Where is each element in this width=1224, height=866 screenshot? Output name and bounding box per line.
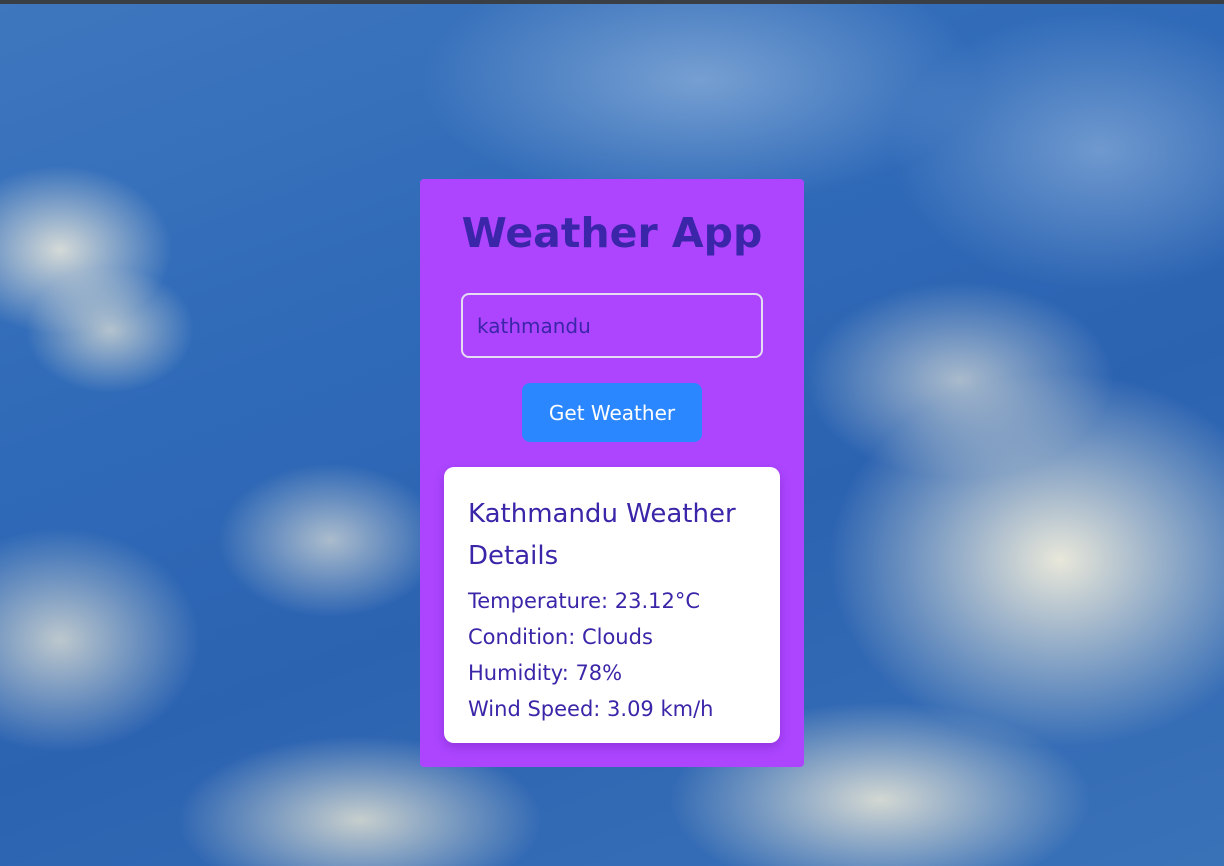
weather-card: Weather App Get Weather Kathmandu Weathe… [420,179,804,767]
app-title: Weather App [461,209,763,257]
temperature-text: Temperature: 23.12°C [468,589,701,613]
weather-details-panel: Kathmandu Weather Details Temperature: 2… [444,467,780,743]
weather-details-heading: Kathmandu Weather Details [468,499,736,571]
wind-speed-text: Wind Speed: 3.09 km/h [468,697,714,721]
condition-text: Condition: Clouds [468,625,653,649]
window-top-border [0,0,1224,4]
humidity-text: Humidity: 78% [468,661,623,685]
get-weather-button[interactable]: Get Weather [522,383,702,442]
city-input[interactable] [461,293,763,358]
